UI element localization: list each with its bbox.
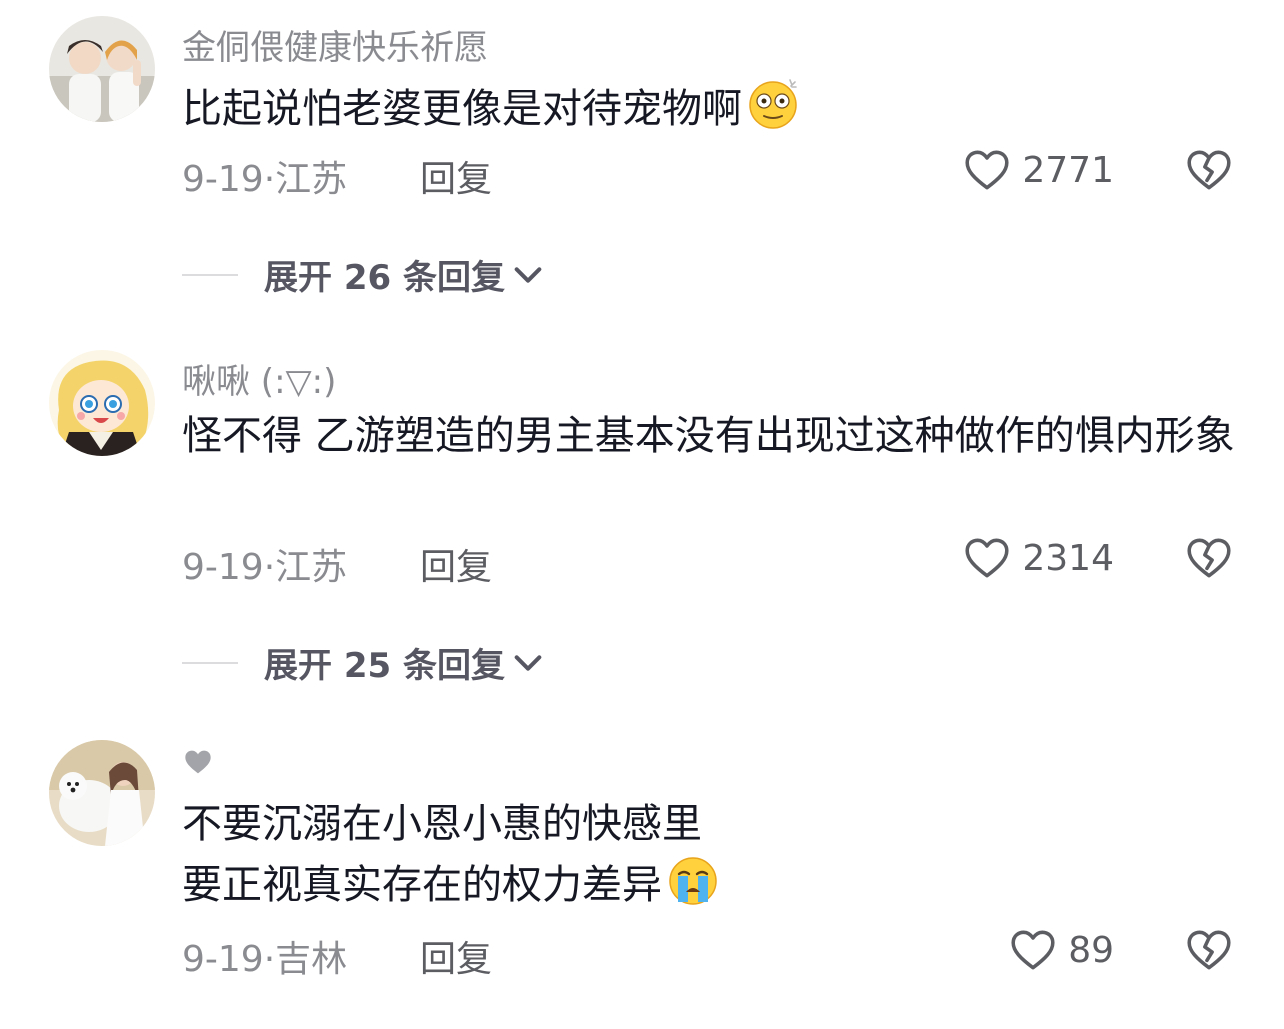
heart-icon — [185, 750, 211, 774]
comment-text-line: 不要沉溺在小恩小惠的快感里 — [182, 801, 702, 847]
like-count: 2771 — [1022, 149, 1114, 191]
like-count: 89 — [1068, 929, 1114, 971]
avatar[interactable] — [49, 740, 155, 846]
broken-heart-icon — [1184, 145, 1234, 195]
expand-replies-label: 展开 26 条回复 — [264, 258, 505, 298]
comment-meta: 9-19·江苏 — [182, 150, 347, 202]
reply-button[interactable]: 回复 — [420, 930, 492, 982]
comment-text: 比起说怕老婆更像是对待宠物啊 — [182, 76, 1242, 145]
meta-separator: · — [263, 939, 276, 980]
comment-text: 不要沉溺在小恩小惠的快感里 要正视真实存在的权力差异 — [182, 796, 1242, 921]
broken-heart-icon — [1184, 925, 1234, 975]
divider-line — [182, 661, 238, 664]
heart-icon — [1008, 925, 1058, 975]
reply-button[interactable]: 回复 — [420, 538, 492, 590]
comment-date: 9-19 — [182, 159, 264, 200]
heart-icon — [962, 533, 1012, 583]
expand-replies-button[interactable]: 展开 26 条回复 — [182, 250, 545, 299]
meta-separator: · — [263, 159, 276, 200]
like-button[interactable]: 2314 — [962, 533, 1114, 583]
dislike-button[interactable] — [1184, 925, 1234, 979]
comment-date: 9-19 — [182, 939, 264, 980]
comment-location: 江苏 — [275, 547, 348, 588]
like-count: 2314 — [1022, 537, 1114, 579]
chevron-down-icon — [511, 646, 545, 680]
expand-replies-label: 展开 25 条回复 — [264, 646, 505, 686]
reply-button[interactable]: 回复 — [420, 150, 492, 202]
comment-text-content: 比起说怕老婆更像是对待宠物啊 — [182, 86, 742, 132]
like-button[interactable]: 89 — [1008, 925, 1114, 975]
comment-location: 吉林 — [275, 939, 348, 980]
dislike-button[interactable] — [1184, 533, 1234, 587]
comment-date: 9-19 — [182, 547, 264, 588]
divider-line — [182, 273, 238, 276]
broken-heart-icon — [1184, 533, 1234, 583]
chevron-down-icon — [511, 258, 545, 292]
like-button[interactable]: 2771 — [962, 145, 1114, 195]
dislike-button[interactable] — [1184, 145, 1234, 199]
username[interactable]: 啾啾 (:▽:) — [182, 354, 336, 403]
comment-meta: 9-19·江苏 — [182, 538, 347, 590]
comment-text-content: 要正视真实存在的权力差异 — [182, 862, 662, 908]
expand-replies-button[interactable]: 展开 25 条回复 — [182, 638, 545, 687]
avatar[interactable] — [49, 350, 155, 456]
username[interactable] — [182, 746, 214, 787]
heart-icon — [962, 145, 1012, 195]
comment-location: 江苏 — [275, 159, 348, 200]
comment-text-line: 要正视真实存在的权力差异 — [182, 852, 1242, 921]
dazed-face-emoji — [746, 76, 800, 145]
comment-meta: 9-19·吉林 — [182, 930, 347, 982]
username[interactable]: 金侗偎健康快乐祈愿 — [182, 20, 488, 69]
avatar[interactable] — [49, 16, 155, 122]
meta-separator: · — [263, 547, 276, 588]
comment-text: 怪不得 乙游塑造的男主基本没有出现过这种做作的惧内形象 — [182, 413, 1235, 459]
crying-face-emoji — [666, 852, 720, 921]
